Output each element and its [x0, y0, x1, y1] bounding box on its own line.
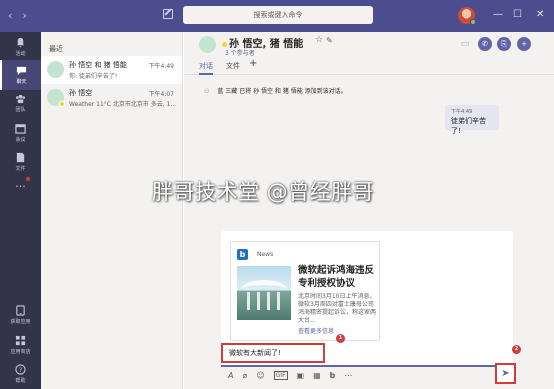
- chat-name: 孙 悟空: [69, 89, 93, 97]
- video-call-icon[interactable]: ▭: [458, 37, 472, 51]
- edit-name-icon[interactable]: ✎: [326, 36, 333, 45]
- rail-label: 聊天: [16, 79, 27, 85]
- rail-activity[interactable]: 活动: [0, 32, 41, 62]
- app-rail: 活动 聊天 团队 会议 文件 ... 获取应用 应用商店 ? 帮助: [0, 32, 41, 389]
- rail-label: 文件: [15, 166, 26, 172]
- rail-get-apps[interactable]: 获取应用: [0, 300, 41, 330]
- send-button[interactable]: ➤: [495, 363, 516, 384]
- chat-list-item[interactable]: 孙 悟空 和 猪 悟能 下午4:49 你: 徒弟们辛苦了!: [41, 56, 182, 84]
- card-more-link[interactable]: 查看更多信息: [298, 326, 334, 335]
- audio-call-icon[interactable]: ✆: [478, 37, 492, 51]
- star-icon[interactable]: ☆: [315, 35, 323, 45]
- files-icon: [16, 152, 25, 163]
- system-message-text: 蓝 三藏 已将 孙 悟空 和 猪 悟能 添加到该对话。: [217, 88, 347, 95]
- add-people-icon: ⚇: [204, 88, 210, 95]
- attach-icon[interactable]: ⌀: [242, 371, 247, 380]
- group-avatar: [47, 61, 64, 78]
- help-icon: ?: [15, 364, 26, 375]
- message-text: 徒弟们辛苦了!: [451, 117, 486, 135]
- meet-icon[interactable]: ▦: [313, 371, 321, 380]
- title-bar: ‹ › 搜索或键入命令 — ☐ ✕: [0, 0, 554, 32]
- news-card[interactable]: b News 微软起诉鸿海违反专利授权协议 北京时间3月10日上午消息，微软3月…: [230, 241, 380, 341]
- step-badge-1: 1: [336, 334, 345, 343]
- more-icon: ...: [15, 177, 26, 190]
- chat-preview: 你: 徒弟们辛苦了!: [69, 73, 118, 80]
- card-body: 北京时间3月10日上午消息，微软3月周四对富士康母公司鸿海精密提起诉讼，称这家两…: [298, 293, 377, 324]
- news-image: [237, 266, 291, 320]
- conversation-header: 孙 悟空, 猪 悟能 3 个参与者 ☆ ✎ 对话 文件 + ▭ ✆ ⎘ +: [184, 32, 554, 75]
- message-input[interactable]: 微软有大新闻了!: [221, 343, 325, 363]
- screen-share-icon[interactable]: ⎘: [497, 37, 511, 51]
- chat-name: 孙 悟空 和 猪 悟能: [69, 61, 127, 69]
- group-avatar: [199, 36, 216, 53]
- card-source: News: [257, 251, 274, 258]
- chat-time: 下午4:07: [148, 91, 174, 98]
- store-icon: [16, 305, 25, 316]
- chat-time: 下午4:49: [148, 63, 174, 70]
- chat-list-item[interactable]: 孙 悟空 下午4:07 Weather 11°C 北京市北京市 多云, 1...: [41, 84, 182, 112]
- teams-icon: [16, 94, 25, 104]
- tab-files[interactable]: 文件: [226, 61, 240, 71]
- sticker-icon[interactable]: ▣: [297, 371, 305, 380]
- presence-away-icon: [59, 101, 65, 107]
- message-bubble[interactable]: 下午4:49 徒弟们辛苦了!: [445, 105, 499, 135]
- rail-label: 获取应用: [10, 319, 31, 325]
- presence-away-icon: [222, 41, 227, 47]
- step-badge-2: 2: [512, 345, 521, 354]
- rail-label: 会议: [15, 137, 26, 143]
- rail-label: 活动: [15, 51, 26, 57]
- user-avatar: [47, 89, 65, 107]
- emoji-icon[interactable]: ☺: [256, 371, 264, 380]
- rail-teams[interactable]: 团队: [0, 88, 41, 118]
- back-arrow-icon[interactable]: ‹: [8, 9, 12, 22]
- rail-files[interactable]: 文件: [0, 147, 41, 177]
- presence-available-icon: [470, 19, 476, 25]
- rail-label: 应用商店: [10, 349, 31, 355]
- forward-arrow-icon[interactable]: ›: [22, 9, 26, 22]
- rail-label: 帮助: [15, 378, 26, 384]
- calendar-icon: [15, 124, 26, 134]
- search-input[interactable]: 搜索或键入命令: [183, 6, 373, 24]
- rail-label: 团队: [15, 107, 26, 113]
- gif-icon[interactable]: GIF: [273, 370, 288, 380]
- format-icon[interactable]: A: [228, 371, 233, 380]
- bell-icon: [16, 37, 25, 48]
- compose-toolbar: A ⌀ ☺ GIF ▣ ▦ b ⋯: [228, 369, 352, 381]
- tab-conversation[interactable]: 对话: [199, 61, 213, 75]
- rail-meetings[interactable]: 会议: [0, 118, 41, 148]
- new-chat-icon[interactable]: [163, 9, 173, 19]
- apps-icon: [15, 335, 26, 346]
- rail-chat[interactable]: 聊天: [0, 60, 41, 90]
- system-message: ⚇ 蓝 三藏 已将 孙 悟空 和 猪 悟能 添加到该对话。: [204, 86, 347, 95]
- bing-icon[interactable]: b: [330, 371, 336, 380]
- participants-link[interactable]: 3 个参与者: [225, 48, 255, 57]
- svg-text:?: ?: [19, 366, 22, 374]
- close-button[interactable]: ✕: [536, 9, 544, 20]
- add-people-icon[interactable]: +: [517, 37, 531, 51]
- rail-more[interactable]: ...: [0, 177, 41, 195]
- rail-help[interactable]: ? 帮助: [0, 359, 41, 389]
- bing-logo-icon: b: [237, 249, 248, 260]
- rail-app-store[interactable]: 应用商店: [0, 330, 41, 360]
- nav-arrows: ‹ ›: [8, 9, 27, 22]
- user-avatar[interactable]: [458, 7, 476, 25]
- chat-list: 最近 孙 悟空 和 猪 悟能 下午4:49 你: 徒弟们辛苦了! 孙 悟空 下午…: [41, 32, 183, 389]
- chat-preview: Weather 11°C 北京市北京市 多云, 1...: [69, 101, 177, 108]
- chat-list-section-title: 最近: [49, 45, 63, 53]
- card-title: 微软起诉鸿海违反专利授权协议: [298, 265, 375, 289]
- tab-add[interactable]: +: [249, 58, 257, 69]
- more-icon[interactable]: ⋯: [344, 371, 352, 380]
- notification-dot: [26, 177, 30, 181]
- input-focus-underline: [221, 365, 513, 367]
- send-icon: ➤: [501, 368, 510, 379]
- minimize-button[interactable]: —: [493, 9, 503, 20]
- message-time: 下午4:49: [451, 109, 473, 115]
- watermark: 胖哥技术堂 @曾经胖哥: [152, 180, 375, 204]
- maximize-button[interactable]: ☐: [513, 9, 522, 20]
- chat-icon: [16, 66, 27, 76]
